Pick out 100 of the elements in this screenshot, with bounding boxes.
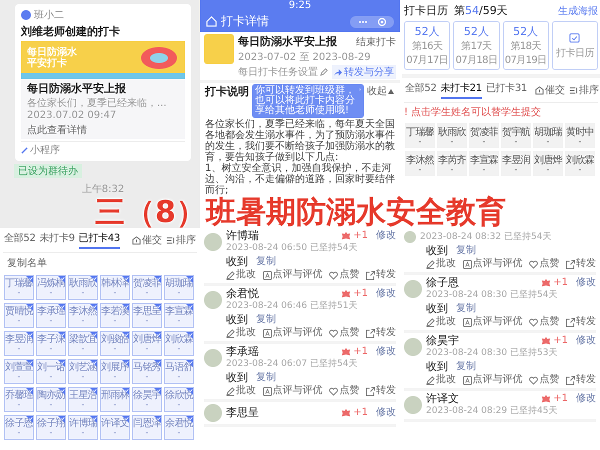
- post-action-button[interactable]: 点评与评优: [262, 269, 323, 281]
- student-name-tile[interactable]: 胡珈瑞 -: [533, 123, 563, 148]
- item-excerpt: 各位家长们，夏季已经来临，...: [27, 96, 168, 110]
- avatar-placeholder: [204, 233, 222, 251]
- urge-button[interactable]: 催交: [132, 233, 162, 247]
- copy-link[interactable]: 复制: [456, 302, 476, 315]
- post-action-button[interactable]: 批改: [226, 385, 256, 397]
- edit-link[interactable]: 修改: [376, 230, 396, 242]
- post-action-button[interactable]: 点赞: [329, 269, 360, 281]
- edit-icon[interactable]: [320, 68, 328, 76]
- student-name: 许博瑞: [226, 230, 259, 242]
- edit-link[interactable]: 修改: [576, 393, 596, 405]
- copy-list-link[interactable]: 复制名单: [3, 253, 197, 273]
- sort-button[interactable]: 排序: [569, 83, 599, 97]
- post-action-button[interactable]: 批改: [426, 316, 456, 328]
- reply-text: 收到: [426, 302, 448, 315]
- day-card[interactable]: 52人 第18天 07月19日: [502, 21, 549, 70]
- day-counter: 第54/59天: [454, 3, 508, 18]
- sort-icon: [166, 236, 175, 244]
- like-count: +1: [353, 230, 368, 242]
- post-action-button[interactable]: 点评与评优: [462, 316, 523, 328]
- post-action-button[interactable]: 点赞: [529, 374, 560, 386]
- student-name-tile[interactable]: 李沐然 -: [405, 151, 435, 176]
- close-icon[interactable]: [358, 86, 361, 93]
- copy-link[interactable]: 复制: [256, 371, 276, 384]
- share-icon: [366, 328, 375, 338]
- student-name-tile[interactable]: 丁瑞馨 -: [405, 123, 435, 148]
- post-action-button[interactable]: 点赞: [529, 316, 560, 328]
- edit-link[interactable]: 修改: [376, 346, 396, 358]
- student-name-tile[interactable]: 李宣霖 -: [469, 151, 499, 176]
- day-card[interactable]: 52人 第16天 07月17日: [404, 21, 450, 70]
- menu-capsule[interactable]: [350, 16, 394, 28]
- end-button[interactable]: 结束打卡: [356, 34, 396, 48]
- post-action-button[interactable]: 点赞: [529, 258, 560, 270]
- copy-link[interactable]: 复制: [256, 255, 276, 268]
- like-count: +1: [553, 393, 568, 405]
- share-icon: [366, 270, 375, 280]
- student-name-tile[interactable]: 刘唐烨 -: [533, 151, 563, 176]
- student-name-tile[interactable]: 梁歆宜 -: [68, 331, 98, 356]
- student-name-tile[interactable]: 许译文 -: [100, 415, 130, 440]
- copy-link[interactable]: 复制: [456, 360, 476, 373]
- sort-button[interactable]: 排序: [166, 233, 196, 247]
- share-icon: [566, 376, 575, 384]
- student-name-tile[interactable]: 李芮齐 -: [437, 151, 467, 176]
- calendar-button[interactable]: 打卡日历: [552, 21, 598, 70]
- post-action-button[interactable]: 转发: [366, 327, 396, 339]
- student-name-tile[interactable]: 黄时中 -: [565, 123, 595, 148]
- filter-tab[interactable]: 已打卡43: [78, 231, 120, 249]
- sender-name: 班小二: [34, 8, 64, 22]
- post-action-button[interactable]: 批改: [426, 374, 456, 386]
- student-name: 李承瑶: [226, 346, 259, 358]
- post-action-button[interactable]: 转发: [566, 258, 596, 270]
- post-action-button[interactable]: 点赞: [329, 327, 360, 339]
- edit-link[interactable]: 修改: [576, 277, 596, 289]
- filter-tab[interactable]: 全部52: [4, 231, 36, 249]
- post-action-button[interactable]: 转发: [366, 269, 396, 281]
- student-name-tile[interactable]: 耿雨欣 -: [437, 123, 467, 148]
- filter-tab[interactable]: 已打卡31: [486, 81, 527, 99]
- student-name-tile[interactable]: 贺宇航 -: [501, 123, 531, 148]
- student-name: 徐昊宇: [426, 335, 459, 347]
- post-action-button[interactable]: 点评与评优: [262, 385, 323, 397]
- post-action-button[interactable]: 点评与评优: [462, 374, 523, 386]
- post-action-button[interactable]: 点评与评优: [462, 258, 523, 270]
- student-name-tile[interactable]: 贺凌菲 -: [469, 123, 499, 148]
- edit-link[interactable]: 修改: [376, 407, 396, 419]
- poster-link[interactable]: 生成海报: [558, 4, 598, 18]
- post-action-button[interactable]: 批改: [226, 269, 256, 281]
- caret-icon: [388, 88, 394, 94]
- post-action-button[interactable]: 批改: [226, 327, 256, 339]
- student-name: 余君悦: [226, 288, 259, 300]
- post-action-button[interactable]: 转发: [566, 374, 596, 386]
- edit-link[interactable]: 修改: [576, 335, 596, 347]
- filter-tab[interactable]: 全部52: [405, 81, 437, 99]
- edit-link[interactable]: 修改: [376, 288, 396, 300]
- collapse-button[interactable]: 收起: [367, 84, 394, 98]
- urge-button[interactable]: 催交: [535, 83, 565, 97]
- reply-text: 收到: [226, 371, 248, 384]
- details-link[interactable]: 点此查看详情: [27, 123, 179, 137]
- post-action-button[interactable]: 点评与评优: [262, 327, 323, 339]
- mini-program-card[interactable]: 班小二 刘维老师创建的打卡 每日防溺水 平安打卡 每日防溺水平安上报 各位家长们，夏季已经来临，... 2023.07.02 09:47 点此查看详情 小程序: [15, 4, 191, 161]
- home-icon[interactable]: [206, 16, 217, 27]
- copy-link[interactable]: 复制: [456, 244, 476, 257]
- student-name-tile[interactable]: 李昱润 -: [501, 151, 531, 176]
- day-card[interactable]: 52人 第17天 07月18日: [453, 21, 500, 70]
- filter-tab[interactable]: 未打卡9: [40, 231, 75, 249]
- instruction-paragraph: 1、树立安全意识，加强自我保护，不走河边、沟沿，不走偏僻的道路，回家时要结伴而行;: [204, 163, 396, 196]
- pencil-icon: [226, 270, 235, 280]
- post-action-button[interactable]: 批改: [426, 258, 456, 270]
- settings-link[interactable]: 每日打卡任务设置: [238, 65, 318, 79]
- copy-link[interactable]: 复制: [256, 313, 276, 326]
- post-action-button[interactable]: 转发: [366, 385, 396, 397]
- student-name-tile[interactable]: 刘欣霖 -: [565, 151, 595, 176]
- share-button[interactable]: 转发与分享: [332, 65, 396, 79]
- post-time: 2023-08-24 08:30 已坚持54天: [426, 289, 558, 301]
- post-action-button[interactable]: 点赞: [329, 385, 360, 397]
- filter-tab[interactable]: 未打卡21: [440, 81, 482, 99]
- post-action-button[interactable]: 转发: [566, 316, 596, 328]
- like-count: +1: [353, 346, 368, 358]
- heart-icon: [529, 376, 538, 384]
- sort-icon: [569, 86, 578, 94]
